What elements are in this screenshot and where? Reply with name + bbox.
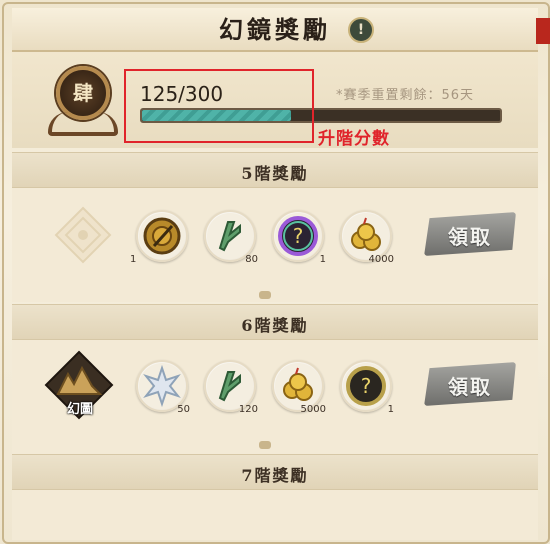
tier-5-header: 5階獎勵 [12,152,538,188]
claim-button-label: 領取 [448,375,492,399]
claim-button-label: 領取 [448,225,492,249]
corner-flag-icon [536,18,550,44]
emblem-label: 幻圖 [66,402,93,417]
diamond-ornament-icon [54,206,112,264]
reward-item[interactable]: ? 1 [272,210,326,265]
item-count: 80 [245,254,258,265]
svg-text:?: ? [361,374,372,398]
tier-7-header: 7階獎勵 [12,454,538,490]
reward-item[interactable]: 1 [130,210,188,265]
mystery-orb-rainbow-icon: ? [272,210,324,262]
reward-item[interactable]: 50 [136,360,190,415]
annotation-label: 升階分數 [318,129,390,149]
reward-item[interactable]: 4000 [340,210,394,265]
golden-compass-icon [136,210,188,262]
tier-6-header: 6階獎勵 [12,304,538,340]
claim-button-tier-5[interactable]: 領取 [424,212,516,256]
mystery-orb-gold-icon: ? [340,360,392,412]
item-count: 5000 [300,404,326,415]
annotation-box [124,69,314,143]
reward-item[interactable]: 5000 [272,360,326,415]
item-count: 50 [177,404,190,415]
item-count: 1 [130,254,137,265]
svg-text:?: ? [293,224,304,248]
page-title: 幻鏡獎勵 [219,15,331,44]
section-divider [259,441,271,449]
tier-7-title: 7階獎勵 [241,466,309,485]
tier-6-title: 6階獎勵 [241,316,309,335]
reward-item[interactable]: 80 [204,210,258,265]
item-count: 4000 [368,254,394,265]
item-count: 1 [319,254,326,265]
section-divider [259,291,271,299]
reward-item[interactable]: 120 [204,360,258,415]
rank-emblem: 肆 [46,64,118,136]
item-count: 1 [387,404,394,415]
claim-button-tier-6[interactable]: 領取 [424,362,516,406]
tier-7-body [12,490,538,540]
reward-item[interactable]: ? 1 [340,360,394,415]
season-reset-text: *賽季重置剩餘：56天 [336,88,475,103]
item-count: 120 [238,404,258,415]
info-icon[interactable]: ! [348,17,374,43]
tier-5-title: 5階獎勵 [241,164,309,183]
rank-stand-base [48,112,118,136]
rank-glyph: 肆 [73,81,93,105]
